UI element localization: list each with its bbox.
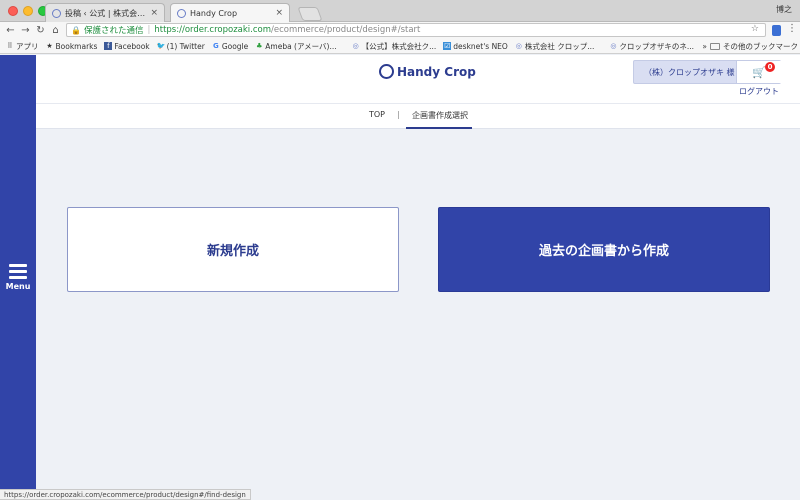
cart-icon: 🛒 [752, 66, 766, 79]
twitter-icon: 🐦 [156, 42, 166, 50]
user-name[interactable]: （株）クロップオザキ 様 [644, 67, 735, 78]
bookmark-crop-company[interactable]: ◎ 株式会社 クロップ... [515, 41, 595, 52]
google-icon: G [212, 42, 219, 50]
cart-count-badge: 0 [765, 62, 775, 72]
bookmark-bookmarks[interactable]: ★ Bookmarks [46, 41, 98, 51]
tab-title: Handy Crop [190, 8, 238, 18]
hamburger-icon [9, 264, 27, 279]
close-window-button[interactable] [8, 6, 18, 16]
address-bar[interactable]: 🔒 保護された通信 | https://order.cropozaki.com … [66, 23, 766, 37]
bookmark-ameba[interactable]: ♣ Ameba (アメーバ)... [255, 41, 337, 52]
crop-icon: ◎ [610, 42, 617, 50]
handy-crop-favicon-icon [177, 8, 186, 18]
new-proposal-button[interactable]: 新規作成 [67, 207, 399, 292]
bookmark-label: desknet's NEO [453, 41, 508, 51]
bookmark-label: Ameba (アメーバ)... [265, 41, 337, 51]
breadcrumb: TOP | 企画書作成選択 [36, 103, 800, 129]
side-menu-toggle[interactable]: Menu [0, 55, 36, 500]
other-bookmarks-label: その他のブックマーク [723, 41, 798, 51]
crop-favicon-icon [52, 8, 61, 18]
star-icon: ★ [46, 42, 53, 50]
bookmark-label: Facebook [114, 41, 150, 51]
other-bookmarks[interactable]: » その他のブックマーク [702, 41, 798, 52]
ameba-icon: ♣ [256, 42, 263, 50]
tab-close-icon[interactable]: × [275, 8, 283, 18]
bookmark-label: 株式会社 クロップ... [524, 41, 595, 51]
folder-icon [710, 42, 720, 50]
bookmark-facebook[interactable]: f Facebook [104, 41, 150, 51]
menu-label: Menu [5, 282, 31, 291]
browser-toolbar: ← → ↻ ⌂ 🔒 保護された通信 | https://order.cropoz… [0, 22, 800, 39]
browser-tab-bar: 投稿 ‹ 公式 | 株式会社クロップ × Handy Crop × 博之 [0, 0, 800, 22]
create-from-past-proposal-button[interactable]: 過去の企画書から作成 [438, 207, 770, 292]
breadcrumb-top-link[interactable]: TOP [369, 110, 385, 119]
reload-icon[interactable]: ↻ [33, 25, 48, 36]
bookmark-twitter[interactable]: 🐦 (1) Twitter [157, 42, 205, 51]
logout-link[interactable]: ログアウト [739, 86, 779, 97]
secure-label: 保護された通信 [83, 26, 144, 36]
breadcrumb-separator: | [397, 110, 400, 119]
bookmark-label: Bookmarks [55, 41, 98, 51]
bookmark-label: 【公式】株式会社ク... [361, 41, 437, 51]
bookmark-label: アプリ [16, 41, 39, 51]
grid-icon: ⠿ [7, 42, 13, 50]
facebook-icon: f [104, 42, 113, 50]
url-host: https://order.cropozaki.com [154, 25, 272, 35]
bookmark-crop-net[interactable]: ◎ クロップオザキのネ... [609, 41, 694, 52]
address-separator: | [147, 25, 151, 35]
bookmark-google[interactable]: G Google [212, 42, 248, 51]
logo-text: Handy Crop [397, 64, 476, 79]
bookmark-label: Google [221, 41, 249, 51]
bookmark-label: (1) Twitter [166, 41, 205, 51]
bookmark-desknets[interactable]: ☑ desknet's NEO [443, 42, 508, 51]
site-logo[interactable]: Handy Crop [379, 64, 476, 79]
url-path: /ecommerce/product/design#/start [271, 25, 421, 35]
crop-icon: ◎ [352, 42, 359, 50]
chevron-double-right-icon: » [702, 41, 707, 51]
back-arrow-icon[interactable]: ← [3, 25, 18, 36]
profile-name[interactable]: 博之 [776, 4, 792, 15]
tab-posts[interactable]: 投稿 ‹ 公式 | 株式会社クロップ × [45, 3, 165, 22]
cart-button[interactable]: 🛒 0 [736, 61, 781, 83]
minimize-window-button[interactable] [23, 6, 33, 16]
tab-close-icon[interactable]: × [150, 8, 158, 18]
site-header: Handy Crop （株）クロップオザキ 様 🛒 0 ログアウト [36, 55, 800, 103]
forward-arrow-icon[interactable]: → [18, 25, 33, 36]
desknets-icon: ☑ [443, 42, 452, 50]
bookmark-label: クロップオザキのネ... [619, 41, 695, 51]
bookmark-star-icon[interactable]: ☆ [751, 24, 759, 34]
link-status-bar: https://order.cropozaki.com/ecommerce/pr… [0, 489, 251, 500]
browser-menu-icon[interactable]: ⋮ [787, 23, 797, 34]
tab-handy-crop[interactable]: Handy Crop × [170, 3, 290, 22]
breadcrumb-current[interactable]: 企画書作成選択 [412, 110, 468, 121]
tab-title: 投稿 ‹ 公式 | 株式会社クロップ [65, 8, 146, 18]
breadcrumb-active-indicator [406, 127, 472, 129]
new-tab-button[interactable] [297, 7, 323, 21]
bookmarks-bar: ⠿ アプリ ★ Bookmarks f Facebook 🐦 (1) Twitter G… [0, 39, 800, 54]
lock-icon: 🔒 [71, 25, 81, 35]
handy-crop-logo-icon [379, 64, 394, 79]
home-icon[interactable]: ⌂ [48, 25, 63, 36]
crop-icon: ◎ [515, 42, 522, 50]
bookmark-apps[interactable]: ⠿ アプリ [6, 41, 39, 52]
bookmark-crop-official[interactable]: ◎ 【公式】株式会社ク... [352, 41, 437, 52]
user-account-box: （株）クロップオザキ 様 🛒 0 [633, 60, 781, 84]
extension-icon[interactable] [772, 25, 781, 36]
